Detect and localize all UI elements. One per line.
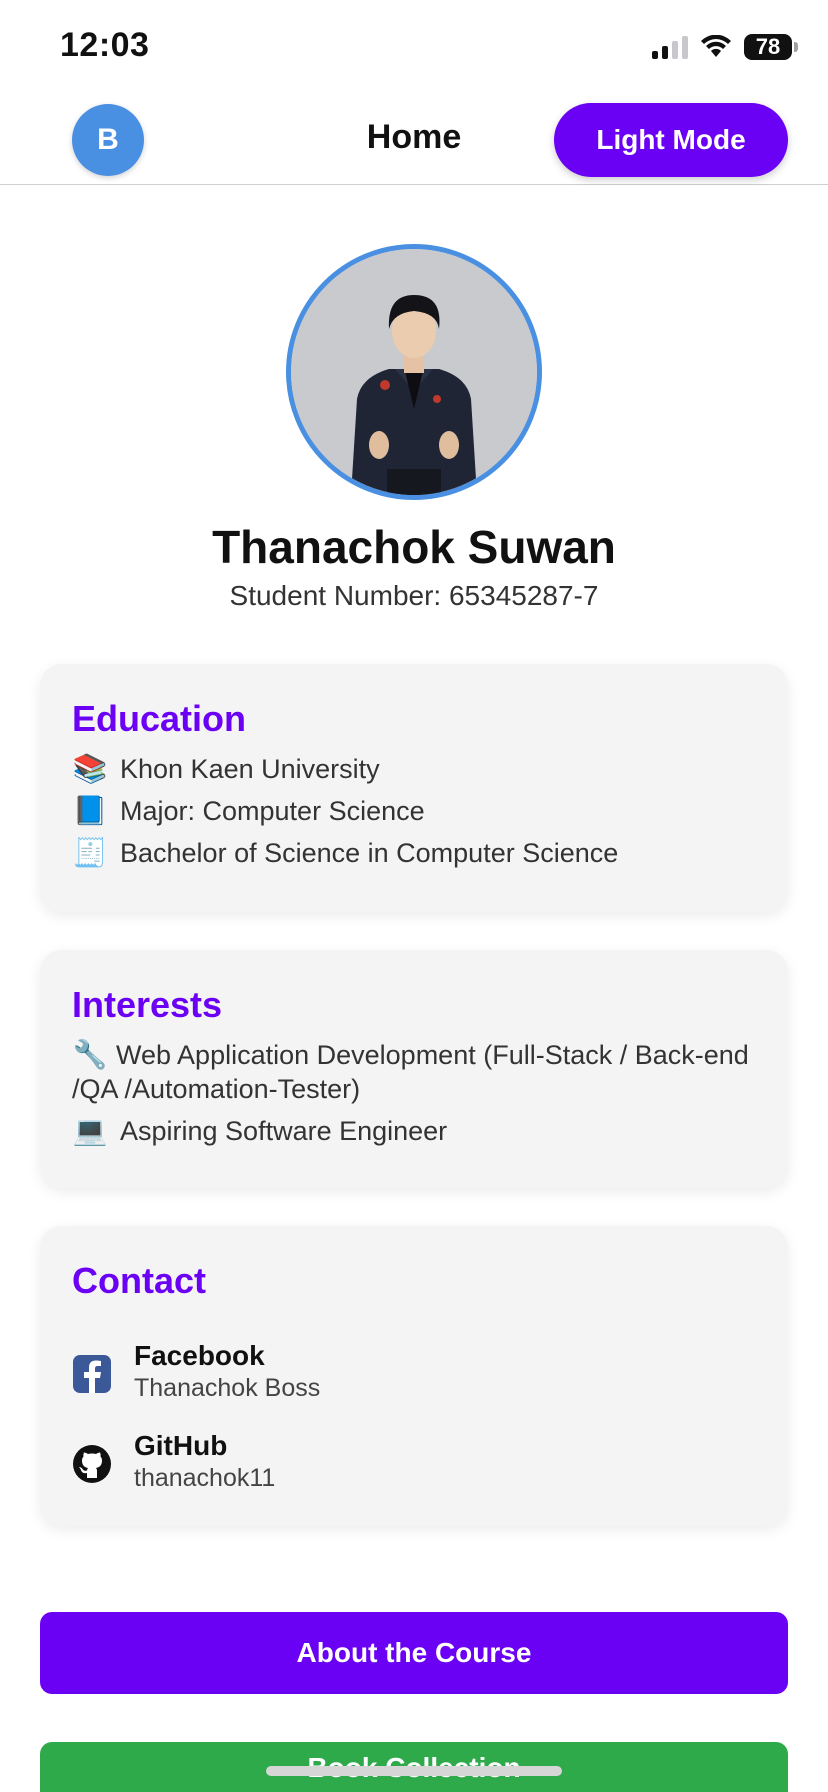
contact-value: thanachok11 xyxy=(134,1464,276,1492)
contact-label: Facebook xyxy=(134,1340,265,1371)
books-icon: 📚 xyxy=(72,753,108,784)
status-bar: 12:03 78 xyxy=(0,0,828,96)
top-nav-bar: B Home Light Mode xyxy=(0,96,828,185)
contact-label: GitHub xyxy=(134,1430,228,1461)
interests-title: Interests xyxy=(72,984,223,1025)
contact-github-link[interactable]: GitHub thanachok11 xyxy=(72,1430,756,1500)
light-mode-toggle-button[interactable]: Light Mode xyxy=(554,103,788,177)
education-item-text: Bachelor of Science in Computer Science xyxy=(120,838,619,868)
contact-card: Contact Facebook Thanachok Boss GitHub t… xyxy=(40,1226,788,1526)
interests-item: 🔧 Web Application Development (Full-Stack… xyxy=(72,1038,756,1106)
profile-name: Thanachok Suwan xyxy=(212,521,616,573)
wifi-icon xyxy=(701,35,731,57)
signal-icon xyxy=(652,35,688,59)
receipt-icon: 🧾 xyxy=(72,837,108,868)
education-item-text: Khon Kaen University xyxy=(120,754,380,784)
education-item: 🧾 Bachelor of Science in Computer Scienc… xyxy=(72,836,756,870)
home-screen: 12:03 78 B Home Light Mode Thanachok Suw… xyxy=(0,0,828,1792)
interests-card: Interests 🔧 Web Application Development (… xyxy=(40,950,788,1188)
student-number: Student Number: 65345287-7 xyxy=(229,580,599,611)
laptop-icon: 💻 xyxy=(72,1115,108,1146)
home-indicator xyxy=(266,1766,562,1776)
contact-value: Thanachok Boss xyxy=(134,1374,321,1402)
status-time: 12:03 xyxy=(60,26,150,64)
github-icon xyxy=(73,1445,111,1483)
about-course-button[interactable]: About the Course xyxy=(40,1612,788,1694)
contact-facebook-link[interactable]: Facebook Thanachok Boss xyxy=(72,1340,756,1410)
wrench-icon: 🔧 xyxy=(72,1039,108,1070)
education-item-text: Major: Computer Science xyxy=(120,796,425,826)
education-card: Education 📚 Khon Kaen University 📘 Major… xyxy=(40,664,788,912)
education-item: 📚 Khon Kaen University xyxy=(72,752,756,786)
facebook-icon xyxy=(73,1355,111,1393)
blue-book-icon: 📘 xyxy=(72,795,108,826)
interests-item: 💻 Aspiring Software Engineer xyxy=(72,1114,756,1148)
education-title: Education xyxy=(72,698,247,739)
status-icons: 78 xyxy=(652,34,798,60)
interests-item-text: Aspiring Software Engineer xyxy=(120,1116,448,1146)
education-item: 📘 Major: Computer Science xyxy=(72,794,756,828)
contact-title: Contact xyxy=(72,1260,206,1301)
interests-item-text: Web Application Development (Full-Stack … xyxy=(72,1040,749,1104)
battery-icon: 78 xyxy=(744,34,798,60)
profile-photo xyxy=(286,244,542,500)
profile-person-image xyxy=(291,249,537,495)
